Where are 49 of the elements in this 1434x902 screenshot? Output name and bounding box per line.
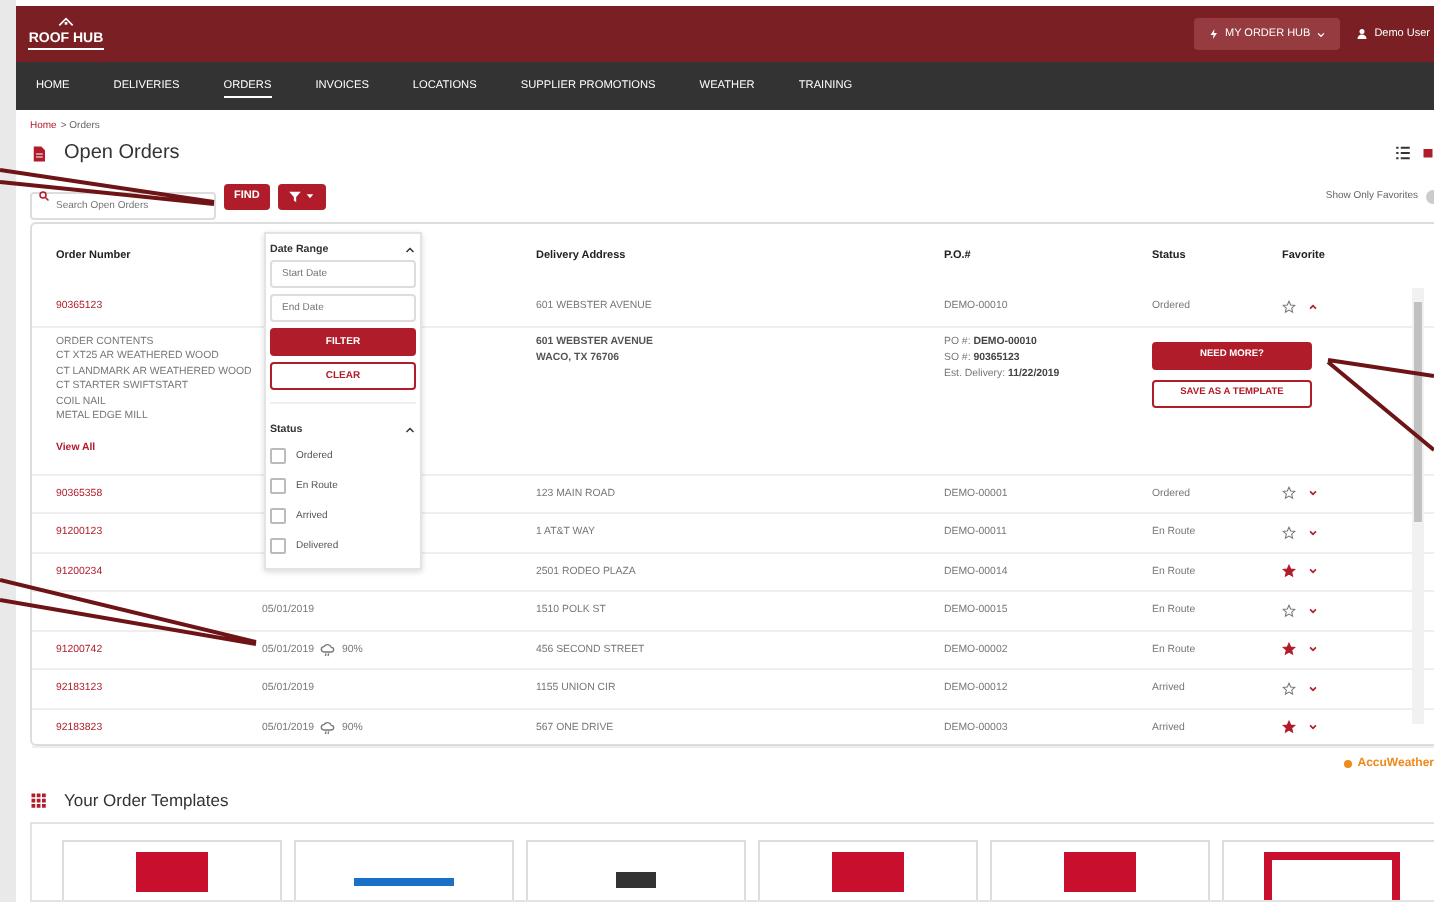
- favorite-star-icon[interactable]: [1282, 642, 1296, 657]
- logo-drawing: [354, 878, 454, 886]
- favorite-star-icon[interactable]: [1282, 525, 1296, 540]
- list-view-icon[interactable]: [1394, 144, 1412, 162]
- lightning-icon: [1207, 28, 1219, 41]
- template-card[interactable]: [62, 840, 282, 900]
- checkbox[interactable]: [270, 477, 286, 493]
- page-title: Open Orders: [64, 142, 180, 164]
- collapse-chevron-icon[interactable]: [404, 424, 416, 436]
- checkbox[interactable]: [270, 537, 286, 553]
- template-card[interactable]: [758, 840, 978, 900]
- favorite-star-icon[interactable]: [1282, 564, 1296, 579]
- favorite-star-icon[interactable]: [1282, 299, 1296, 314]
- expand-chevron-icon[interactable]: [1308, 683, 1318, 694]
- sun-icon: [1341, 758, 1354, 770]
- expand-chevron-icon[interactable]: [1308, 488, 1318, 499]
- grid-icon: [30, 791, 48, 809]
- user-icon: [1356, 28, 1369, 41]
- search-icon: [38, 190, 50, 202]
- template-card[interactable]: [526, 840, 746, 900]
- favorite-star-icon[interactable]: [1282, 681, 1296, 696]
- logo-drawing: [616, 872, 656, 888]
- checkbox[interactable]: [270, 447, 286, 463]
- expand-chevron-icon[interactable]: [1308, 644, 1318, 655]
- checkbox[interactable]: [270, 507, 286, 523]
- template-card[interactable]: [1222, 840, 1434, 900]
- caret-icon: [1316, 29, 1327, 40]
- logo-drawing: [1064, 852, 1136, 892]
- callout-pointer: [1326, 358, 1434, 452]
- logo-drawing: [136, 852, 208, 892]
- collapse-chevron-icon[interactable]: [1308, 301, 1318, 312]
- expand-chevron-icon[interactable]: [1308, 605, 1318, 616]
- filter-icon: [288, 189, 303, 203]
- favorite-star-icon[interactable]: [1282, 720, 1296, 735]
- expand-chevron-icon[interactable]: [1308, 722, 1318, 733]
- rain-cloud-icon: [319, 719, 336, 736]
- template-card[interactable]: [990, 840, 1210, 900]
- expand-chevron-icon[interactable]: [1308, 566, 1318, 577]
- caret-icon: [306, 192, 315, 200]
- collapse-chevron-icon[interactable]: [404, 244, 416, 256]
- rain-cloud-icon: [319, 641, 336, 658]
- document-icon: [30, 143, 48, 163]
- filter-button[interactable]: [277, 183, 326, 209]
- section-title: Your Order Templates: [64, 790, 229, 810]
- scrollbar[interactable]: [1412, 288, 1424, 724]
- logo-drawing: [832, 852, 904, 892]
- favorite-star-icon[interactable]: [1282, 603, 1296, 618]
- expand-chevron-icon[interactable]: [1308, 527, 1318, 538]
- favorite-star-icon[interactable]: [1282, 486, 1296, 501]
